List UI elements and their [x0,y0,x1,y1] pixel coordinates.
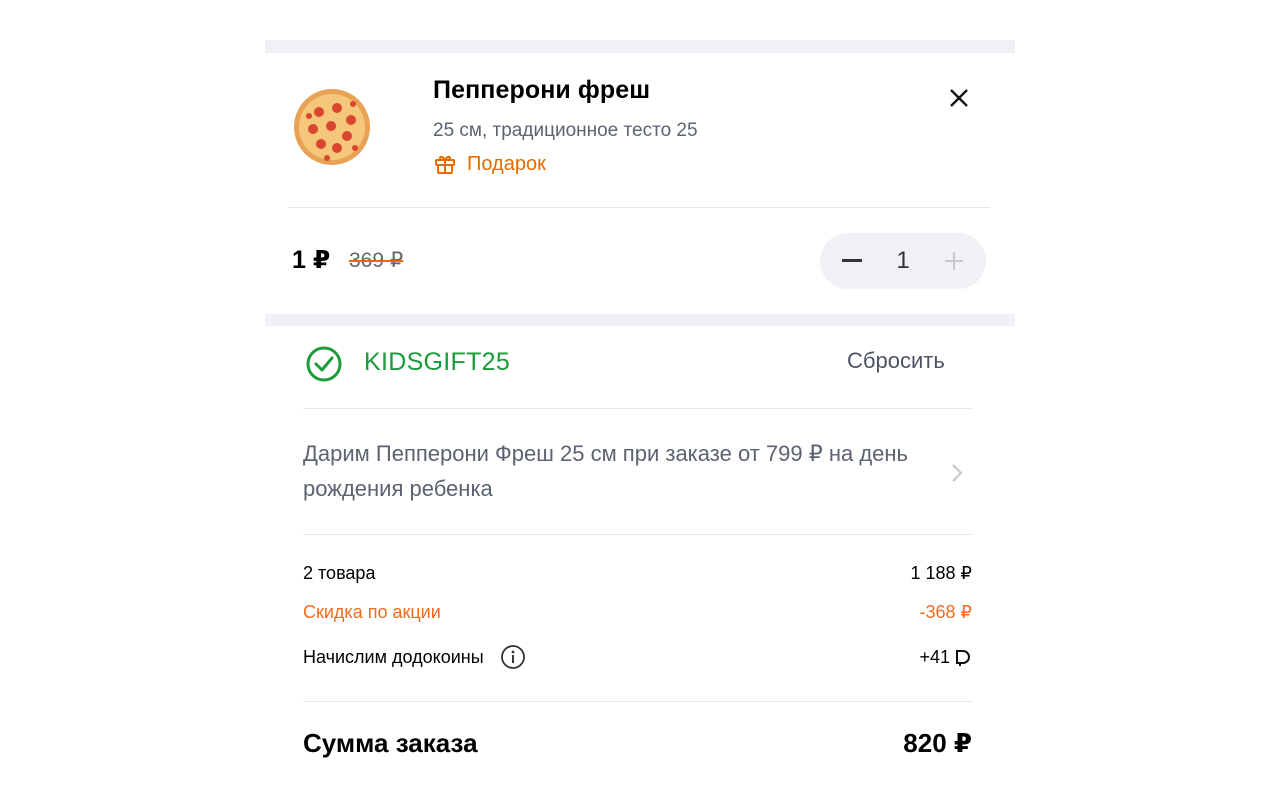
price-current: 1 ₽ [292,246,331,274]
divider [303,408,972,409]
gift-label: Подарок [467,152,546,175]
coins-label: Начислим додокоины [303,646,484,667]
total-value: 820 ₽ [903,728,972,758]
section-separator [265,314,1015,326]
order-total-row: Сумма заказа 820 ₽ [303,728,972,759]
gift-icon [435,156,455,174]
divider [303,701,972,702]
item-subtitle: 25 см, традиционное тесто 25 [433,120,698,141]
items-total-value: 1 188 ₽ [910,563,973,583]
coins-value: +41 [919,646,950,667]
promo-description[interactable]: Дарим Пепперони Фреш 25 см при заказе от… [303,436,923,506]
promo-code: KIDSGIFT25 [364,348,511,376]
divider [289,207,990,208]
pizza-image [294,89,370,165]
info-icon[interactable] [500,644,526,670]
divider [303,534,972,535]
quantity-stepper: 1 [820,233,986,289]
minus-icon [842,259,862,262]
quantity-value: 1 [896,247,910,274]
remove-item-button[interactable] [945,84,973,112]
price-old: 369 ₽ [349,249,404,272]
summary-coins-row: Начислим додокоины +41 [303,644,972,670]
total-label: Сумма заказа [303,728,478,758]
close-icon [950,89,968,107]
reset-promo-button[interactable]: Сбросить [847,348,945,374]
check-circle-icon [306,346,342,382]
summary-items-row: 2 товара 1 188 ₽ [303,563,972,584]
item-title: Пепперони фреш [433,76,651,104]
cart-panel: Пепперони фреш 25 см, традиционное тесто… [265,40,1015,800]
increase-quantity-button[interactable] [934,241,974,281]
plus-icon [945,252,963,270]
decrease-quantity-button[interactable] [832,241,872,281]
discount-value: -368 ₽ [919,602,972,622]
chevron-right-icon[interactable] [949,461,965,485]
discount-label: Скидка по акции [303,602,441,622]
items-count-label: 2 товара [303,563,376,583]
gift-badge: Подарок [433,152,546,176]
dodocoin-icon [956,650,970,666]
top-separator [265,40,1015,53]
summary-discount-row: Скидка по акции -368 ₽ [303,602,972,623]
